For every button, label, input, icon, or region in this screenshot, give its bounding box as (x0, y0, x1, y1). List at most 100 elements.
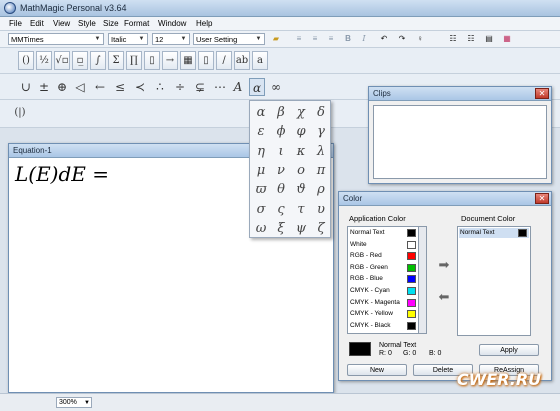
arrow-template-button[interactable]: → (162, 51, 178, 70)
template-palette-icon[interactable]: ☷ (447, 33, 459, 45)
menu-size[interactable]: Size (100, 19, 122, 28)
app-color-row[interactable]: CMYK - Magenta (349, 298, 418, 308)
parentheses-template-button[interactable]: () (18, 51, 34, 70)
fraction-template-button[interactable]: ½ (36, 51, 52, 70)
close-icon[interactable]: ✕ (535, 193, 549, 204)
box-template-button[interactable]: ▯ (144, 51, 160, 70)
left-arrow-symbol-button[interactable]: ← (92, 78, 108, 96)
app-color-row[interactable]: CMYK - Cyan (349, 286, 418, 296)
app-color-row[interactable]: White (349, 240, 418, 250)
app-color-row[interactable]: RGB - Green (349, 263, 418, 273)
window-title: MathMagic Personal v3.64 (20, 3, 127, 13)
custom-parentheses-button[interactable]: (|) (12, 104, 28, 122)
close-icon[interactable]: ✕ (535, 88, 549, 99)
integral-template-button[interactable]: ∫ (90, 51, 106, 70)
app-color-swatch (407, 229, 416, 237)
font-select[interactable]: MMTimes ▼ (8, 33, 104, 45)
document-color-list[interactable]: Normal Text (457, 226, 531, 336)
union-symbol-button[interactable]: ∪ (18, 78, 34, 96)
doc-color-row[interactable]: Normal Text (459, 228, 529, 238)
clips-list[interactable] (373, 105, 547, 179)
product-template-button[interactable]: ∏ (126, 51, 142, 70)
format-toolbar: MMTimes ▼ Italic ▼ 12 ▼ User Setting ▼ ▰… (0, 31, 560, 48)
title-bar: MathMagic Personal v3.64 (0, 0, 560, 17)
italic-button[interactable]: I (358, 33, 370, 45)
app-color-row[interactable]: RGB - Red (349, 251, 418, 261)
radical-template-button[interactable]: √▫ (54, 51, 70, 70)
selected-color-swatch (349, 342, 371, 356)
menu-style[interactable]: Style (75, 19, 99, 28)
text-template-button[interactable]: a (252, 51, 268, 70)
menu-file[interactable]: File (6, 19, 25, 28)
circle-plus-symbol-button[interactable]: ⊕ (54, 78, 70, 96)
less-equal-symbol-button[interactable]: ≤ (112, 78, 128, 96)
summation-template-button[interactable]: Σ (108, 51, 124, 70)
divide-symbol-button[interactable]: ÷ (172, 78, 188, 96)
redo-icon[interactable]: ↷ (396, 33, 408, 45)
app-color-name: CMYK - Black (350, 321, 391, 329)
style-select[interactable]: Italic ▼ (108, 33, 148, 45)
selected-color-name: Normal Text (379, 342, 417, 349)
arrow-left-icon[interactable]: ⬅ (433, 290, 455, 304)
bracket-template-button[interactable]: ▯ (198, 51, 214, 70)
color-window-title: Color (343, 194, 363, 203)
symbol-palette-icon[interactable]: ☷ (465, 33, 477, 45)
app-list-scrollbar[interactable] (419, 226, 427, 334)
arrow-right-icon[interactable]: ➡ (433, 258, 455, 272)
plus-minus-symbol-button[interactable]: ± (36, 78, 52, 96)
greek-letter-cell[interactable]: ξ (271, 218, 291, 240)
equation-content[interactable]: L(E)dE = (15, 162, 109, 186)
size-select[interactable]: 12 ▼ (152, 33, 190, 45)
menu-view[interactable]: View (50, 19, 73, 28)
open-folder-icon[interactable]: ▰ (270, 33, 282, 45)
application-color-list[interactable]: Normal Text White RGB - Red RGB - Green RGB … (347, 226, 419, 334)
infinity-symbol-button[interactable]: ∞ (268, 78, 284, 96)
menu-help[interactable]: Help (193, 19, 215, 28)
subset-symbol-button[interactable]: ⊊ (192, 78, 208, 96)
align-right-icon[interactable]: ≡ (325, 33, 337, 45)
app-color-swatch (407, 321, 416, 330)
align-center-icon[interactable]: ≡ (309, 33, 321, 45)
size-select-value: 12 (155, 35, 164, 44)
slash-template-button[interactable]: / (216, 51, 232, 70)
greek-symbol-button[interactable]: α (249, 78, 265, 96)
bulb-icon[interactable]: ♀ (414, 33, 426, 45)
doc-color-swatch (518, 229, 527, 237)
color-palette-icon[interactable]: ▦ (501, 33, 513, 45)
menu-edit[interactable]: Edit (27, 19, 47, 28)
new-button[interactable]: New (347, 364, 407, 376)
triangle-symbol-button[interactable]: ◁ (72, 78, 88, 96)
underline-template-button[interactable]: ▫̲ (72, 51, 88, 70)
menu-format[interactable]: Format (121, 19, 152, 28)
app-color-row[interactable]: RGB - Blue (349, 274, 418, 284)
clips-window-titlebar[interactable]: Clips ✕ (369, 87, 551, 101)
document-color-label: Document Color (461, 214, 516, 223)
ellipsis-symbol-button[interactable]: ⋯ (212, 78, 228, 96)
bold-button[interactable]: B (342, 33, 354, 45)
color-window-titlebar[interactable]: Color ✕ (339, 192, 551, 206)
red-value: R: 0 (379, 350, 392, 357)
letter-symbol-button[interactable]: A (230, 78, 246, 96)
chevron-down-icon: ▼ (180, 36, 187, 42)
application-color-label: Application Color (349, 214, 406, 223)
apply-button[interactable]: Apply (479, 344, 539, 356)
app-color-row[interactable]: CMYK - Yellow (349, 309, 418, 319)
setting-select[interactable]: User Setting ▼ (193, 33, 265, 45)
subscript-template-button[interactable]: ab (234, 51, 250, 70)
greek-letter-cell[interactable]: ζ (311, 218, 331, 240)
align-left-icon[interactable]: ≡ (293, 33, 305, 45)
app-color-name: White (350, 240, 367, 248)
greek-letter-cell[interactable]: ω (251, 218, 271, 240)
app-color-row[interactable]: Normal Text (349, 228, 418, 238)
app-color-name: RGB - Green (350, 263, 388, 271)
therefore-symbol-button[interactable]: ∴ (152, 78, 168, 96)
structure-icon[interactable]: ▤ (483, 33, 495, 45)
precedes-symbol-button[interactable]: ≺ (132, 78, 148, 96)
zoom-select[interactable]: 300% ▼ (56, 397, 92, 408)
menu-window[interactable]: Window (155, 19, 189, 28)
app-color-row[interactable]: CMYK - Black (349, 321, 418, 331)
greek-letter-cell[interactable]: ψ (291, 218, 311, 240)
chevron-down-icon: ▼ (138, 36, 145, 42)
undo-icon[interactable]: ↶ (378, 33, 390, 45)
matrix-template-button[interactable]: ▦ (180, 51, 196, 70)
